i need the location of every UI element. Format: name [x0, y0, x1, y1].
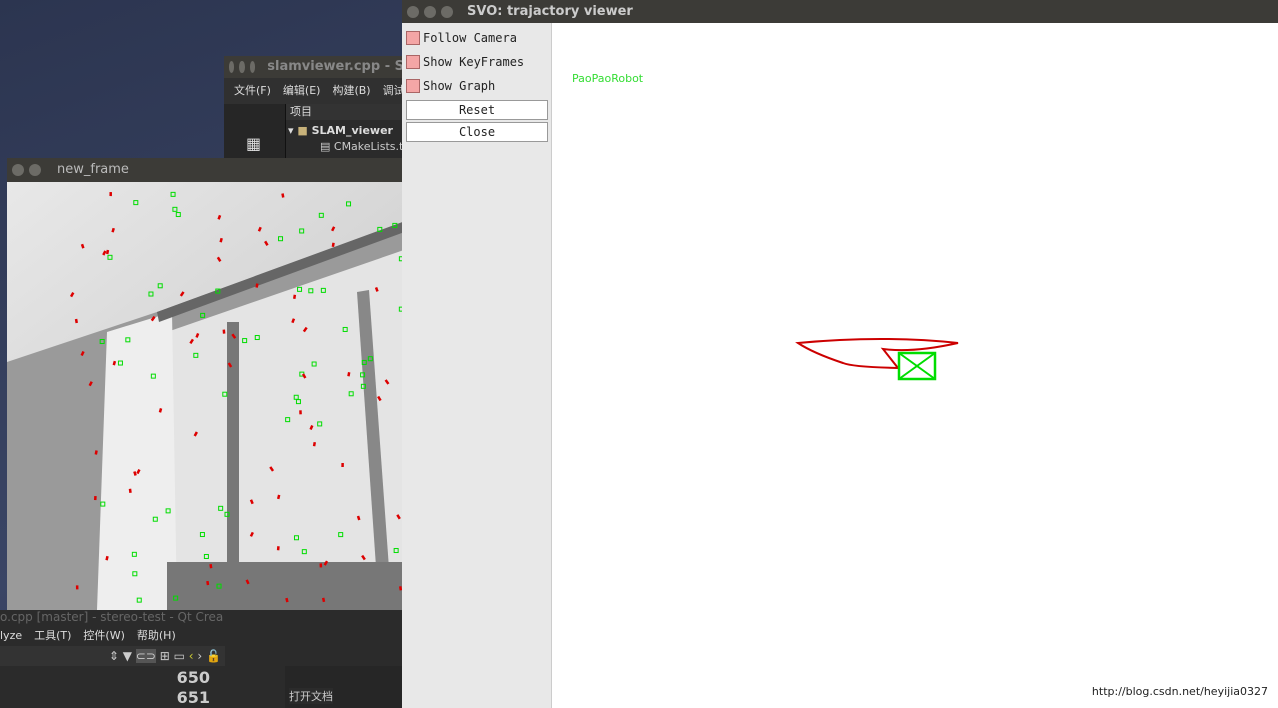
edgelet-feature: [255, 283, 259, 288]
maximize-icon[interactable]: [249, 61, 256, 73]
edgelet-feature: [257, 226, 262, 232]
show-graph-checkbox[interactable]: Show Graph: [402, 74, 551, 98]
follow-camera-checkbox[interactable]: Follow Camera: [402, 26, 551, 50]
edgelet-feature: [105, 555, 109, 561]
qt-creator-window-bottom: o.cpp [master] - stereo-test - Qt Crea l…: [0, 610, 402, 708]
window-title: new_frame: [57, 162, 129, 177]
edgelet-feature: [245, 579, 250, 585]
minimize-icon[interactable]: [424, 5, 436, 18]
edgelet-feature: [293, 294, 297, 299]
menu-build[interactable]: 构建(B): [332, 84, 370, 97]
close-icon[interactable]: [407, 5, 419, 18]
edgelet-feature: [331, 242, 335, 247]
edgelet-feature: [206, 580, 210, 586]
edgelet-feature: [309, 424, 314, 430]
menu-help[interactable]: 帮助(H): [137, 629, 176, 642]
edgelet-feature: [398, 586, 403, 591]
project-header: 项目: [286, 104, 404, 120]
menu-bar: 文件(F) 编辑(E) 构建(B) 调试(: [224, 78, 409, 104]
edgelet-feature: [285, 597, 289, 603]
edgelet-feature: [347, 371, 351, 377]
lock-icon[interactable]: 🔓: [206, 649, 221, 663]
checkbox-box[interactable]: [406, 79, 420, 93]
qt-creator-window-top: slamviewer.cpp - S 文件(F) 编辑(E) 构建(B) 调试( ▦ …: [224, 56, 409, 166]
reset-button[interactable]: Reset: [406, 100, 548, 120]
edgelet-feature: [217, 214, 222, 220]
window-title: SVO: trajactory viewer: [467, 3, 633, 19]
edgelet-feature: [249, 499, 254, 505]
forward-icon[interactable]: ›: [197, 649, 202, 663]
window-title: slamviewer.cpp - S: [267, 59, 404, 74]
show-keyframes-checkbox[interactable]: Show KeyFrames: [402, 50, 551, 74]
edgelet-feature: [356, 515, 361, 521]
edgelet-feature: [312, 441, 317, 447]
close-icon[interactable]: [12, 164, 24, 176]
close-button[interactable]: Close: [406, 122, 548, 142]
edgelet-feature: [195, 332, 200, 338]
edgelet-feature: [281, 193, 285, 198]
open-documents-label: 打开文档: [289, 688, 333, 704]
edgelet-feature: [80, 350, 85, 357]
tree-item-project[interactable]: ▾ ■ SLAM_viewer: [288, 124, 393, 137]
back-icon[interactable]: ‹: [189, 649, 194, 663]
trajectory-viewer-window: SVO: trajactory viewer Follow Camera Sho…: [402, 0, 1278, 708]
sort-icon[interactable]: ⇕: [109, 649, 119, 663]
edgelet-feature: [111, 227, 115, 233]
trajectory-canvas[interactable]: [553, 23, 1278, 708]
edgelet-feature: [94, 450, 98, 455]
edgelet-feature: [158, 408, 163, 413]
watermark: http://blog.csdn.net/heyijia0327: [1091, 685, 1268, 698]
edgelet-feature: [112, 360, 117, 366]
edgelet-feature: [374, 287, 379, 292]
checkbox-box[interactable]: [406, 31, 420, 45]
camera-frustum-icon: [897, 351, 937, 381]
maximize-icon[interactable]: [441, 5, 453, 18]
qt-creator-titlebar: slamviewer.cpp - S: [224, 56, 404, 78]
tree-item-file[interactable]: ▤ CMakeLists.t: [320, 140, 404, 153]
edgelet-feature: [219, 237, 223, 243]
edgelet-feature: [136, 468, 141, 475]
minimize-icon[interactable]: [239, 61, 245, 73]
edgelet-feature: [133, 471, 137, 476]
menu-tools[interactable]: 工具(T): [34, 629, 71, 642]
edgelet-feature: [80, 243, 85, 249]
editor-toolbar: ⇕ ▼ ⊂⊃ ⊞ ▭ ‹ › 🔓: [0, 646, 225, 666]
edgelet-feature: [105, 249, 110, 255]
menu-analyze[interactable]: lyze: [0, 629, 22, 642]
edgelet-feature: [276, 494, 281, 500]
filter-icon[interactable]: ▼: [123, 649, 132, 663]
checkbox-box[interactable]: [406, 55, 420, 69]
window-title: o.cpp [master] - stereo-test - Qt Crea: [0, 610, 402, 626]
menu-controls[interactable]: 控件(W): [83, 629, 124, 642]
window-icon[interactable]: ▭: [174, 649, 185, 663]
split-icon[interactable]: ⊞: [160, 649, 170, 663]
edgelet-feature: [209, 563, 213, 569]
close-icon[interactable]: [229, 61, 235, 73]
menu-file[interactable]: 文件(F): [234, 84, 271, 97]
edgelet-feature: [128, 488, 132, 493]
minimize-icon[interactable]: [29, 164, 41, 176]
menu-edit[interactable]: 编辑(E): [283, 84, 321, 97]
link-icon[interactable]: ⊂⊃: [135, 649, 156, 663]
edgelet-feature: [321, 597, 326, 603]
edgelet-feature: [291, 318, 296, 324]
edgelet-feature: [249, 531, 254, 537]
line-numbers: 650 651: [176, 668, 210, 707]
edgelet-feature: [74, 318, 78, 324]
control-panel: Follow Camera Show KeyFrames Show Graph …: [402, 23, 552, 708]
apps-grid-icon[interactable]: ▦: [246, 134, 285, 153]
